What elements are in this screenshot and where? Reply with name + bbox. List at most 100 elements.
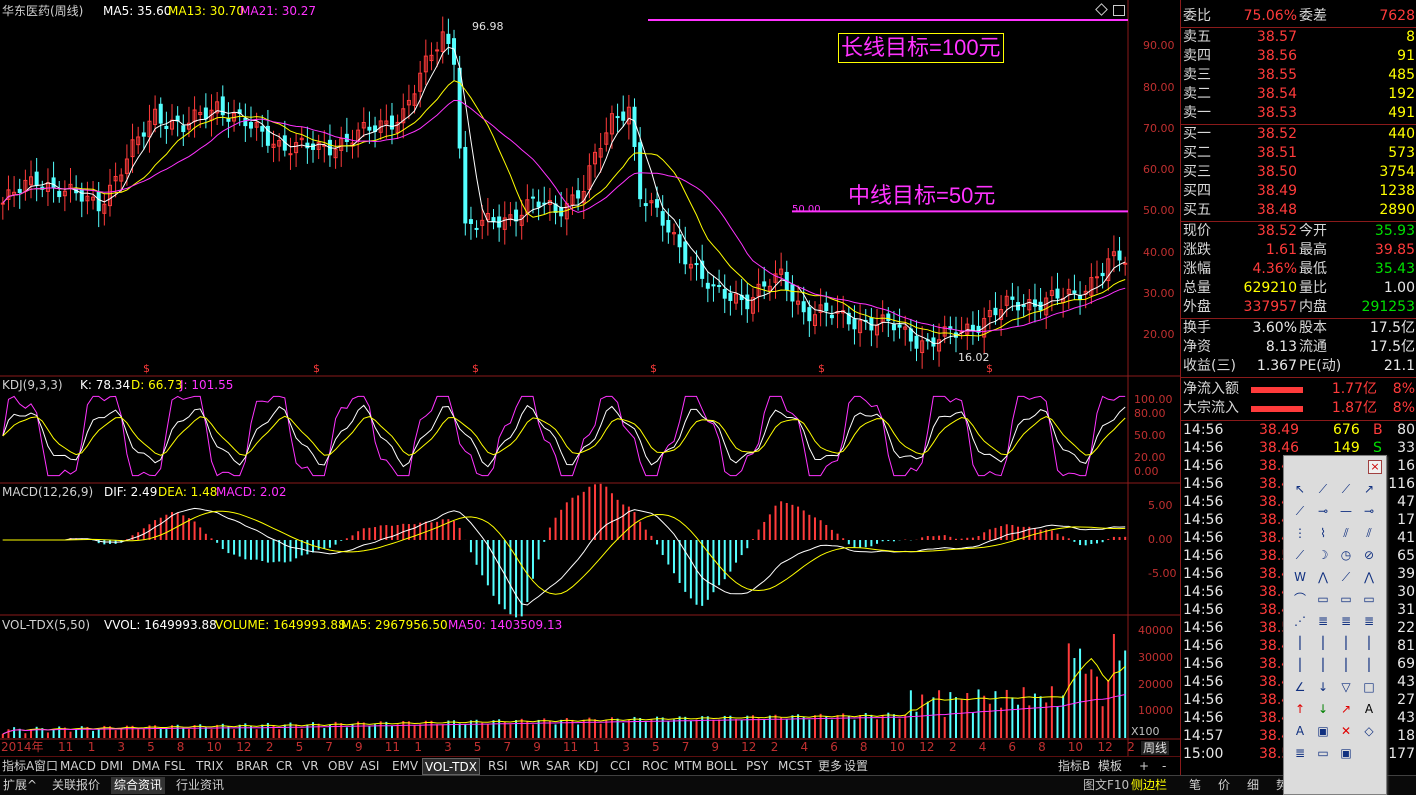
grid-icon[interactable]: ≣ <box>1313 612 1333 630</box>
flatline-icon[interactable]: — <box>1336 502 1356 520</box>
long-target-annotation[interactable]: 长线目标=100元 <box>838 33 1004 63</box>
curve-icon[interactable]: ⌒ <box>1290 590 1310 608</box>
channel-icon[interactable]: ⊸ <box>1359 502 1379 520</box>
angle-icon[interactable]: ∠ <box>1290 678 1310 696</box>
delete-icon[interactable]: ✕ <box>1336 722 1356 740</box>
bid-volume: 440 <box>1388 126 1415 142</box>
note-icon[interactable]: ≣ <box>1290 744 1310 762</box>
indicator-tab[interactable]: FSL <box>162 758 187 775</box>
bottom-tab[interactable]: 综合资讯 <box>111 777 166 794</box>
zigzag-icon[interactable]: ⋀ <box>1359 568 1379 586</box>
indicator-tab[interactable]: 指标A <box>0 758 36 775</box>
mid-target-annotation[interactable]: 中线目标=50元 <box>848 178 995 210</box>
ga-icon[interactable]: ▭ <box>1336 590 1356 608</box>
indicator-tab[interactable]: ASI <box>358 758 381 775</box>
gp-icon[interactable]: ▭ <box>1313 590 1333 608</box>
bottom-tab[interactable]: 扩展^ <box>0 777 40 794</box>
rise-icon[interactable]: ↗ <box>1336 700 1356 718</box>
box-icon[interactable]: ▣ <box>1313 722 1333 740</box>
period4-icon[interactable]: ⎮ <box>1359 634 1379 652</box>
indicator-tab[interactable]: RSI <box>486 758 510 775</box>
clock-icon[interactable]: ◷ <box>1336 546 1356 564</box>
quote-tab[interactable]: 价 <box>1215 777 1233 794</box>
bars3-icon[interactable]: ⎮ <box>1336 656 1356 674</box>
indicator-tab[interactable]: EMV <box>390 758 420 775</box>
drawing-toolbox[interactable]: × ↖ ⟋ ⟋ ↗ ⟋ ⊸ — ⊸ ⋮ ⌇ ⫽ ⫽ ⟋ ☽ ◷ ⊘ W ⋀ ⟋ ⋀ ⌒ ▭ ▭ ▭ ⋰ ≣ ≣ ≣ ⎮ ⎮ ⎮ ⎮ ⎮ ⎮ ⎮ ⎮ ∠ ↓… <box>1283 455 1387 795</box>
up-arrow-icon[interactable]: ↑ <box>1290 700 1310 718</box>
indicator-tab[interactable]: VOL-TDX <box>422 758 480 775</box>
quote-tab[interactable]: 细 <box>1244 777 1262 794</box>
vline-icon[interactable]: ⋮ <box>1290 524 1310 542</box>
ruler-icon[interactable]: ▭ <box>1313 744 1333 762</box>
gb-icon[interactable]: ▭ <box>1359 590 1379 608</box>
hline-icon[interactable]: ⊸ <box>1313 502 1333 520</box>
indicator-tab[interactable]: BRAR <box>234 758 271 775</box>
bottom-tab[interactable]: 关联报价 <box>49 777 103 794</box>
image-icon[interactable]: ▣ <box>1336 744 1356 762</box>
arc-icon[interactable]: ☽ <box>1313 546 1333 564</box>
remove-tab-icon[interactable]: - <box>1160 758 1168 775</box>
peak-icon[interactable]: ⋀ <box>1313 568 1333 586</box>
indicator-tab[interactable]: CCI <box>608 758 632 775</box>
indicator-tab[interactable]: BOLL <box>704 758 739 775</box>
indicator-tab[interactable]: DMI <box>98 758 125 775</box>
grid3-icon[interactable]: ≣ <box>1359 612 1379 630</box>
indicator-tab[interactable]: VR <box>300 758 321 775</box>
quote-tab[interactable]: 笔 <box>1186 777 1204 794</box>
indicator-tab[interactable]: MTM <box>672 758 704 775</box>
add-tab-icon[interactable]: + <box>1137 758 1151 775</box>
triangle-icon[interactable]: ▽ <box>1336 678 1356 696</box>
polyline-icon[interactable]: ⌇ <box>1313 524 1333 542</box>
marker-icon[interactable]: ◇ <box>1359 722 1379 740</box>
indicator-tab[interactable]: SAR <box>544 758 572 775</box>
trend-icon[interactable]: ⟋ <box>1336 568 1356 586</box>
cursor-icon[interactable]: ↖ <box>1290 480 1310 498</box>
rectangle-icon[interactable]: □ <box>1359 678 1379 696</box>
down-icon[interactable]: ↓ <box>1313 678 1333 696</box>
sidebar-link[interactable]: 侧边栏 <box>1128 777 1170 794</box>
indicator-tab[interactable]: 窗口 <box>32 758 60 775</box>
bars-icon[interactable]: ⎮ <box>1290 656 1310 674</box>
period-icon[interactable]: ⎮ <box>1290 634 1310 652</box>
indicator-tab[interactable]: 设置 <box>842 758 870 775</box>
time-axis-label: 10 <box>206 740 222 754</box>
parallel-icon[interactable]: ⫽ <box>1336 524 1356 542</box>
line-icon[interactable]: ⟋ <box>1313 480 1333 498</box>
window-toggle-icon[interactable] <box>1113 5 1125 16</box>
close-icon[interactable]: × <box>1368 460 1382 474</box>
period2-icon[interactable]: ⎮ <box>1313 634 1333 652</box>
grid2-icon[interactable]: ≣ <box>1336 612 1356 630</box>
indicator-tab[interactable]: TRIX <box>194 758 225 775</box>
indicator-tab[interactable]: OBV <box>326 758 356 775</box>
bars4-icon[interactable]: ⎮ <box>1359 656 1379 674</box>
indicator-tab[interactable]: PSY <box>744 758 770 775</box>
indicator-tab-right[interactable]: 模板 <box>1096 758 1124 775</box>
stat-value: 1.61 <box>1265 242 1297 258</box>
bottom-tab[interactable]: 行业资讯 <box>173 777 227 794</box>
arrow-line-icon[interactable]: ↗ <box>1359 480 1379 498</box>
text-icon[interactable]: A <box>1359 700 1379 718</box>
text2-icon[interactable]: A <box>1290 722 1310 740</box>
bars2-icon[interactable]: ⎮ <box>1313 656 1333 674</box>
f10-link[interactable]: 图文F10 <box>1080 777 1132 794</box>
indicator-tab[interactable]: 更多 <box>816 758 844 775</box>
indicator-tab[interactable]: WR <box>518 758 542 775</box>
indicator-tab-right[interactable]: 指标B <box>1056 758 1092 775</box>
parallel2-icon[interactable]: ⫽ <box>1359 524 1379 542</box>
indicator-tab[interactable]: ROC <box>640 758 670 775</box>
period-label[interactable]: 周线 <box>1141 741 1170 755</box>
segment-icon[interactable]: ⟋ <box>1290 502 1310 520</box>
circle-icon[interactable]: ⊘ <box>1359 546 1379 564</box>
indicator-tab[interactable]: MCST <box>776 758 814 775</box>
indicator-tab[interactable]: DMA <box>130 758 162 775</box>
down-arrow-icon[interactable]: ↓ <box>1313 700 1333 718</box>
indicator-tab[interactable]: MACD <box>58 758 98 775</box>
indicator-tab[interactable]: KDJ <box>576 758 601 775</box>
indicator-tab[interactable]: CR <box>274 758 295 775</box>
fib-line-icon[interactable]: ⟋ <box>1290 546 1310 564</box>
ray-icon[interactable]: ⟋ <box>1336 480 1356 498</box>
time-axis-label: 12 <box>1097 740 1113 754</box>
fan-icon[interactable]: ⋰ <box>1290 612 1310 630</box>
wave-icon[interactable]: W <box>1290 568 1310 586</box>
period3-icon[interactable]: ⎮ <box>1336 634 1356 652</box>
